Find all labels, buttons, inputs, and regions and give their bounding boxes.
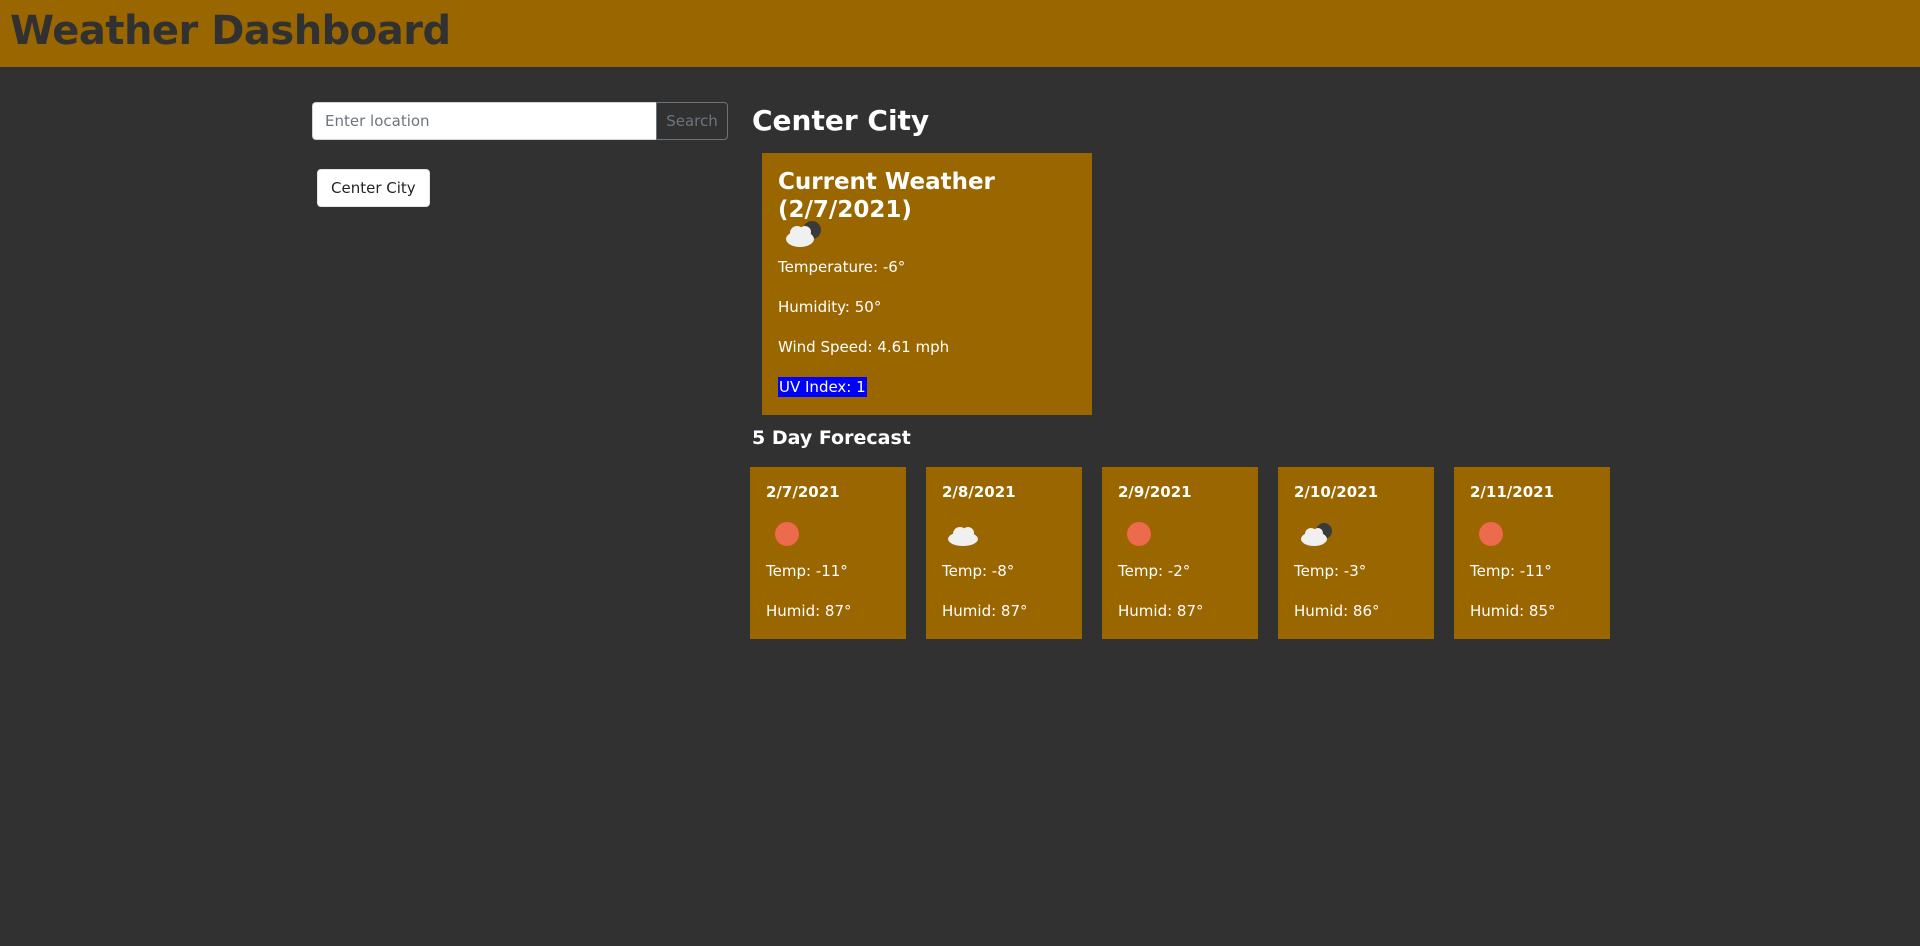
forecast-title: 5 Day Forecast <box>752 427 911 449</box>
cloud-icon <box>948 527 978 546</box>
forecast-temp: Temp: -2° <box>1118 562 1191 580</box>
forecast-humidity: Humid: 87° <box>1118 602 1204 620</box>
sun-icon <box>775 522 799 546</box>
sun-icon <box>1479 522 1503 546</box>
uv-index-row: UV Index: 1 <box>778 377 867 397</box>
current-humidity: Humidity: 50° <box>778 298 882 316</box>
sun-icon <box>1127 522 1151 546</box>
forecast-card: 2/10/2021 Temp: -3° Humid: 86° <box>1278 467 1434 639</box>
forecast-humidity: Humid: 85° <box>1470 602 1556 620</box>
app-header: Weather Dashboard <box>0 0 1920 67</box>
forecast-humidity: Humid: 86° <box>1294 602 1380 620</box>
cloud-sun-icon <box>1301 523 1332 546</box>
city-name: Center City <box>752 104 930 137</box>
current-temperature: Temperature: -6° <box>778 258 906 276</box>
forecast-humidity: Humid: 87° <box>766 602 852 620</box>
search-button[interactable]: Search <box>656 102 728 140</box>
forecast-card: 2/11/2021 Temp: -11° Humid: 85° <box>1454 467 1610 639</box>
search-group: Search <box>312 102 728 140</box>
forecast-temp: Temp: -11° <box>1470 562 1552 580</box>
forecast-date: 2/8/2021 <box>942 483 1016 501</box>
forecast-humidity: Humid: 87° <box>942 602 1028 620</box>
forecast-date: 2/11/2021 <box>1470 483 1555 501</box>
current-wind-speed: Wind Speed: 4.61 mph <box>778 338 950 356</box>
forecast-date: 2/9/2021 <box>1118 483 1192 501</box>
current-weather-card: Current Weather (2/7/2021) Temperature: … <box>762 153 1092 415</box>
page-title: Weather Dashboard <box>10 8 451 54</box>
forecast-temp: Temp: -8° <box>942 562 1015 580</box>
forecast-temp: Temp: -3° <box>1294 562 1367 580</box>
forecast-temp: Temp: -11° <box>766 562 848 580</box>
forecast-card: 2/7/2021 Temp: -11° Humid: 87° <box>750 467 906 639</box>
search-input[interactable] <box>312 102 656 140</box>
forecast-date: 2/7/2021 <box>766 483 840 501</box>
forecast-card: 2/9/2021 Temp: -2° Humid: 87° <box>1102 467 1258 639</box>
forecast-card: 2/8/2021 Temp: -8° Humid: 87° <box>926 467 1082 639</box>
uv-index-badge: UV Index: 1 <box>778 377 867 397</box>
cloud-sun-icon <box>786 221 821 247</box>
forecast-date: 2/10/2021 <box>1294 483 1379 501</box>
history-item-center-city[interactable]: Center City <box>317 169 430 207</box>
